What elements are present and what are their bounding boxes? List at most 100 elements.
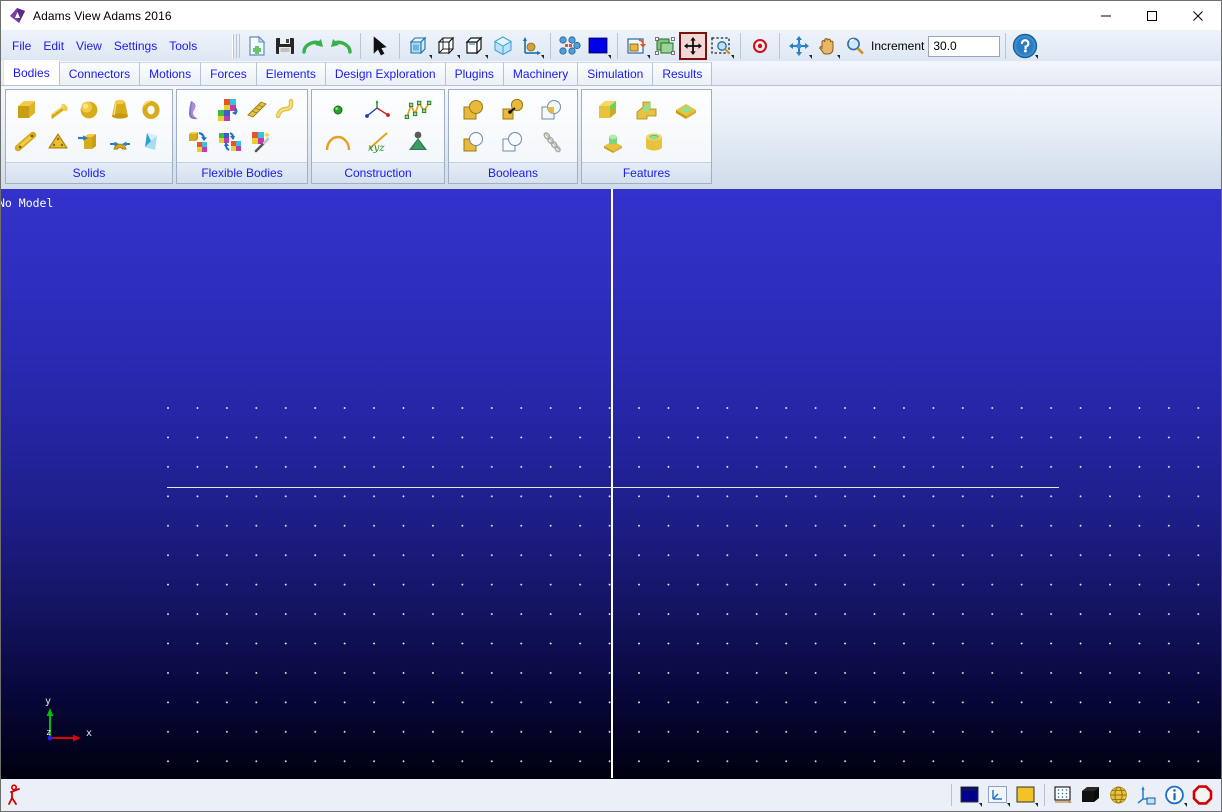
tab-connectors[interactable]: Connectors (58, 62, 141, 85)
chevron-down-icon[interactable] (429, 55, 432, 59)
render-transparent-button[interactable] (489, 32, 517, 60)
create-sphere-button[interactable] (74, 95, 105, 125)
create-link-button[interactable] (12, 127, 43, 157)
status-globe-button[interactable] (1106, 782, 1132, 808)
create-plate-button[interactable] (43, 127, 74, 157)
zoom-box-button[interactable] (707, 32, 735, 60)
make-flexible-button[interactable] (183, 127, 214, 157)
tab-bodies[interactable]: Bodies (3, 60, 60, 85)
menu-tools[interactable]: Tools (163, 37, 203, 55)
feature-fillet-button[interactable] (631, 95, 662, 125)
center-view-button[interactable] (746, 32, 774, 60)
create-marker-button[interactable]: xyz (363, 127, 394, 157)
pan-view-button[interactable] (813, 32, 841, 60)
undo-button[interactable] (327, 32, 355, 60)
create-revolution-button[interactable] (104, 127, 135, 157)
feature-extrude-button[interactable] (594, 127, 634, 157)
chevron-down-icon[interactable] (1184, 803, 1187, 807)
status-render-mode-button[interactable] (1013, 782, 1039, 808)
create-spline-button[interactable] (403, 95, 434, 125)
status-background-color-button[interactable] (957, 782, 983, 808)
feature-hollow-button[interactable] (670, 95, 701, 125)
tab-results[interactable]: Results (652, 62, 713, 85)
chevron-down-icon[interactable] (647, 55, 650, 59)
tab-simulation[interactable]: Simulation (577, 62, 654, 85)
minimize-icon[interactable] (1083, 1, 1129, 30)
model-viewport[interactable]: No Model y x z (1, 189, 1221, 779)
tab-machinery[interactable]: Machinery (502, 62, 579, 85)
boolean-subtract-button[interactable] (497, 127, 528, 157)
chevron-down-icon[interactable] (1035, 803, 1038, 807)
increment-input[interactable]: 30.0 (928, 35, 1001, 57)
create-cylinder-button[interactable] (43, 95, 74, 125)
chevron-down-icon[interactable] (541, 55, 544, 59)
rigid-to-flex-button[interactable] (213, 95, 243, 125)
chevron-down-icon[interactable] (837, 55, 840, 59)
simulation-status-icon[interactable] (4, 782, 30, 808)
save-button[interactable] (271, 32, 299, 60)
create-arc-button[interactable] (323, 127, 354, 157)
view-window-button[interactable] (623, 32, 651, 60)
help-button[interactable] (1011, 32, 1039, 60)
close-icon[interactable] (1175, 1, 1221, 30)
toolbar-grip[interactable] (232, 34, 240, 58)
menu-edit[interactable]: Edit (37, 37, 70, 55)
chevron-down-icon[interactable] (731, 55, 734, 59)
flex-swap-button[interactable] (214, 127, 245, 157)
create-extrusion-button[interactable] (74, 127, 105, 157)
feature-hole-button[interactable] (634, 127, 674, 157)
new-model-button[interactable] (243, 32, 271, 60)
zoom-view-button[interactable] (841, 32, 869, 60)
redo-button[interactable] (299, 32, 327, 60)
create-polyline-button[interactable] (363, 95, 394, 125)
create-terrain-button[interactable] (403, 127, 434, 157)
boolean-intersect-button[interactable] (536, 95, 567, 125)
toggle-icons-button[interactable] (517, 32, 545, 60)
chevron-down-icon[interactable] (608, 55, 611, 59)
status-depth-view-button[interactable] (1078, 782, 1104, 808)
status-stop-button[interactable] (1190, 782, 1216, 808)
menu-view[interactable]: View (70, 37, 108, 55)
create-shell-button[interactable] (135, 127, 166, 157)
flex-toolkit-button[interactable] (245, 127, 276, 157)
chevron-down-icon[interactable] (457, 55, 460, 59)
render-wireframe-button[interactable] (433, 32, 461, 60)
boolean-unite-button[interactable] (459, 95, 490, 125)
depth-shading-button[interactable] (556, 32, 584, 60)
chevron-down-icon[interactable] (809, 55, 812, 59)
create-beam-button[interactable] (242, 95, 272, 125)
create-torus-button[interactable] (135, 95, 166, 125)
create-box-button[interactable] (12, 95, 43, 125)
select-tool-button[interactable] (366, 32, 394, 60)
render-shaded-button[interactable] (405, 32, 433, 60)
discrete-flex-link-button[interactable] (272, 95, 302, 125)
create-point-button[interactable] (323, 95, 354, 125)
render-hidden-line-button[interactable] (461, 32, 489, 60)
chevron-down-icon[interactable] (485, 55, 488, 59)
tab-forces[interactable]: Forces (200, 62, 257, 85)
render-group-button[interactable] (651, 32, 679, 60)
chevron-down-icon[interactable] (1035, 55, 1039, 59)
create-flexible-body-button[interactable] (183, 95, 213, 125)
status-grid-toggle-button[interactable] (1050, 782, 1076, 808)
menu-settings[interactable]: Settings (108, 37, 163, 55)
boolean-cut-button[interactable] (459, 127, 490, 157)
boolean-merge-button[interactable] (497, 95, 528, 125)
create-frustum-button[interactable] (104, 95, 135, 125)
tab-elements[interactable]: Elements (255, 62, 326, 85)
background-color-button[interactable] (584, 32, 612, 60)
chevron-down-icon[interactable] (979, 803, 982, 807)
tab-motions[interactable]: Motions (139, 62, 202, 85)
maximize-icon[interactable] (1129, 1, 1175, 30)
fit-view-button[interactable] (679, 32, 707, 60)
tab-design-exploration[interactable]: Design Exploration (324, 62, 446, 85)
tab-plugins[interactable]: Plugins (444, 62, 504, 85)
feature-chamfer-button[interactable] (592, 95, 623, 125)
rotate-view-button[interactable] (785, 32, 813, 60)
menu-file[interactable]: File (6, 37, 37, 55)
boolean-chain-button[interactable] (536, 127, 567, 157)
status-info-button[interactable] (1162, 782, 1188, 808)
status-axes-toggle-button[interactable] (985, 782, 1011, 808)
status-triad-button[interactable] (1134, 782, 1160, 808)
chevron-down-icon[interactable] (1007, 803, 1010, 807)
